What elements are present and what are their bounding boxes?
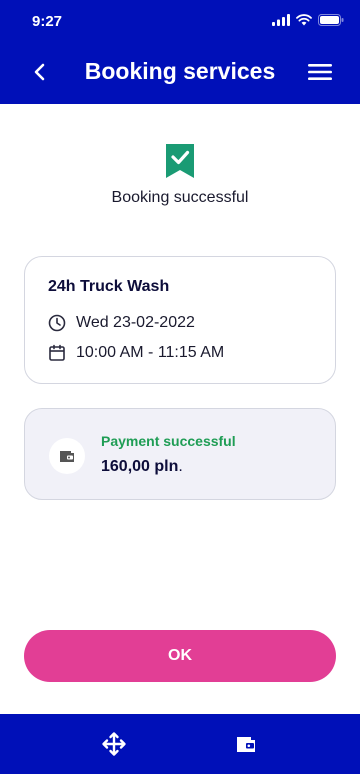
service-name: 24h Truck Wash bbox=[48, 278, 170, 295]
calendar-icon bbox=[49, 344, 65, 361]
tab-wallet[interactable] bbox=[232, 730, 260, 758]
wallet-icon bbox=[60, 451, 74, 462]
ok-button[interactable]: OK bbox=[24, 630, 336, 682]
booking-success-message: Booking successful bbox=[111, 189, 249, 206]
hamburger-menu-icon bbox=[308, 64, 332, 80]
payment-amount-value: 160,00 pln bbox=[101, 458, 179, 475]
battery-icon bbox=[318, 14, 344, 26]
menu-button[interactable] bbox=[306, 58, 334, 86]
booking-date-row: Wed 23-02-2022 bbox=[48, 314, 195, 332]
move-arrows-icon bbox=[102, 732, 126, 756]
signal-icon bbox=[272, 14, 290, 26]
wifi-icon bbox=[296, 14, 312, 26]
tab-move[interactable] bbox=[100, 730, 128, 758]
status-bar: 9:27 bbox=[0, 0, 360, 44]
clock-icon bbox=[48, 314, 66, 332]
app-header: 9:27 Booking services bbox=[0, 0, 360, 104]
status-time: 9:27 bbox=[32, 13, 63, 30]
status-icons bbox=[272, 14, 344, 26]
booking-date: Wed 23-02-2022 bbox=[76, 314, 195, 331]
wallet-icon bbox=[237, 737, 255, 752]
booking-time-row: 10:00 AM - 11:15 AM bbox=[48, 344, 224, 362]
payment-card: Payment successful 160,00 pln. bbox=[24, 408, 336, 500]
payment-icon-badge bbox=[49, 438, 85, 474]
booking-time: 10:00 AM - 11:15 AM bbox=[76, 344, 225, 361]
payment-amount-suffix: . bbox=[178, 458, 183, 475]
payment-amount: 160,00 pln. bbox=[101, 458, 183, 476]
nav-row: Booking services bbox=[0, 50, 360, 94]
booking-details-card: 24h Truck Wash Wed 23-02-2022 10:00 AM -… bbox=[24, 256, 336, 384]
payment-status: Payment successful bbox=[101, 433, 236, 449]
bottom-nav bbox=[0, 714, 360, 774]
bookmark-check-icon bbox=[166, 144, 194, 178]
